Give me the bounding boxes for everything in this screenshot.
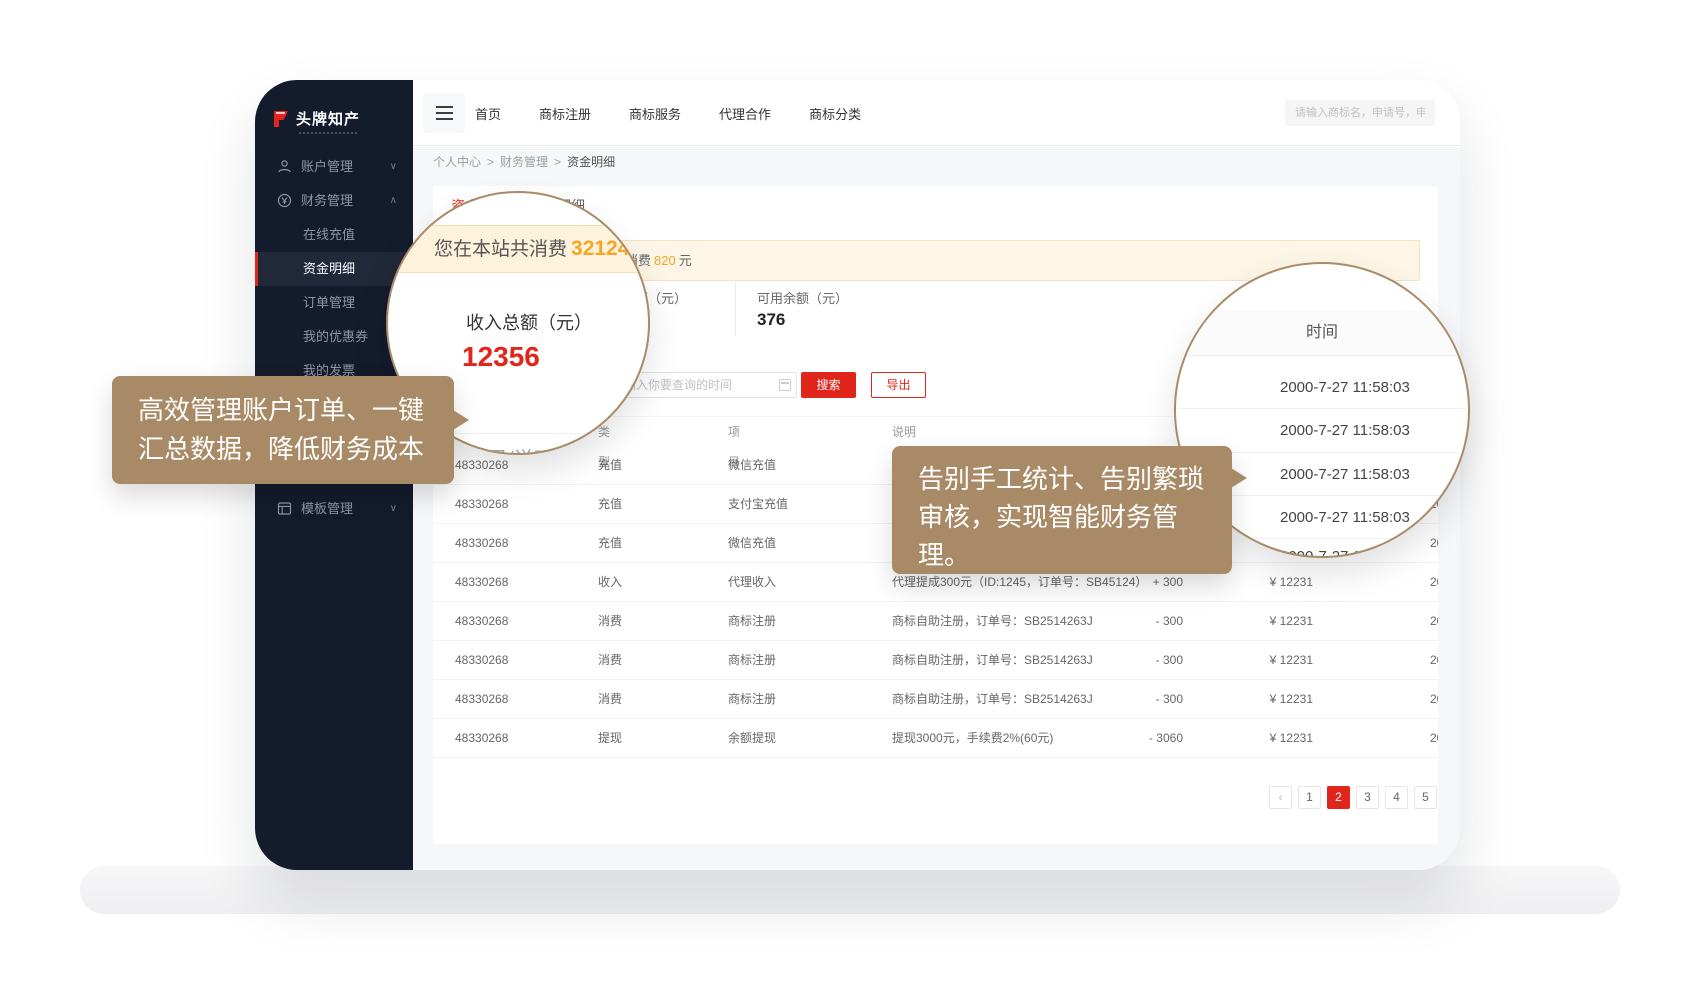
nav-trademark-category[interactable]: 商标分类: [809, 104, 861, 123]
magnified-time: 2000-7-27 11:58:03: [1280, 379, 1470, 396]
pagination-prev[interactable]: ‹: [1269, 786, 1292, 809]
calendar-icon[interactable]: [779, 379, 791, 391]
consumption-amount: 820: [654, 253, 676, 268]
top-nav: 首页 商标注册 商标服务 代理合作 商标分类: [475, 80, 861, 146]
magnified-income-value: 12356: [462, 341, 540, 373]
tooltip-right: 告别手工统计、告别繁琐审核，实现智能财务管理。: [892, 446, 1232, 574]
topbar: 首页 商标注册 商标服务 代理合作 商标分类: [413, 80, 1460, 146]
crumb-funds-detail: 资金明细: [567, 155, 615, 169]
logo[interactable]: 头牌知产: [271, 108, 360, 129]
trademark-search-input[interactable]: [1285, 100, 1435, 126]
brand-name: 头牌知产: [296, 108, 360, 129]
menu-icon[interactable]: [423, 93, 465, 133]
logo-tagline: [299, 132, 357, 134]
magnified-time: 2000-7-27 11:58:03: [1280, 422, 1470, 439]
table-row: 48330268 消费 商标注册 商标自助注册，订单号：SB2514263J -…: [433, 641, 1438, 680]
pagination-page-3[interactable]: 3: [1356, 786, 1379, 809]
pagination: ‹ 1 2 3 4 5: [1269, 786, 1437, 809]
pagination-page-1[interactable]: 1: [1298, 786, 1321, 809]
crumb-finance[interactable]: 财务管理: [500, 155, 548, 169]
export-button[interactable]: 导出: [871, 372, 926, 398]
magnified-income-label: 收入总额（元）: [466, 309, 592, 335]
pagination-page-4[interactable]: 4: [1385, 786, 1408, 809]
available-balance-label: 可用余额（元）: [757, 288, 848, 307]
template-icon: [277, 501, 292, 516]
finance-icon: [277, 193, 292, 208]
sidebar-item-account[interactable]: 账户管理 ∨: [255, 150, 413, 184]
table-row: 48330268 提现 余额提现 提现3000元，手续费2%(60元) - 30…: [433, 719, 1438, 758]
crumb-personal-center[interactable]: 个人中心: [433, 155, 481, 169]
chevron-up-icon: ∧: [390, 184, 397, 218]
sort-caret-icon: ∨: [732, 417, 739, 447]
magnified-time: 2000-7-27 11:58:03: [1280, 466, 1470, 483]
stat-divider: [735, 282, 736, 336]
pagination-page-2[interactable]: 2: [1327, 786, 1350, 809]
nav-trademark-service[interactable]: 商标服务: [629, 104, 681, 123]
nav-home[interactable]: 首页: [475, 104, 501, 123]
search-button[interactable]: 搜索: [801, 372, 856, 398]
nav-agent-coop[interactable]: 代理合作: [719, 104, 771, 123]
tooltip-arrow: [1231, 468, 1247, 488]
available-balance-value: 376: [757, 310, 785, 330]
laptop-base: [80, 866, 1620, 914]
tooltip-arrow: [453, 410, 469, 430]
magnified-time-header: 时间: [1176, 310, 1468, 356]
pagination-page-5[interactable]: 5: [1414, 786, 1437, 809]
table-row: 48330268 消费 商标注册 商标自助注册，订单号：SB2514263J -…: [433, 680, 1438, 719]
magnified-time: 2000-7-27 11:58:03: [1280, 509, 1470, 526]
user-icon: [277, 159, 292, 174]
table-row: 48330268 消费 商标注册 商标自助注册，订单号：SB2514263J -…: [433, 602, 1438, 641]
tooltip-left: 高效管理账户订单、一键汇总数据，降低财务成本: [112, 376, 454, 484]
sidebar-item-templates[interactable]: 模板管理 ∨: [255, 492, 413, 526]
col-desc: 说明: [892, 417, 916, 447]
sidebar-item-finance[interactable]: 财务管理 ∧: [255, 184, 413, 218]
magnified-consumption-amount: 32124: [571, 237, 629, 260]
chevron-down-icon: ∨: [390, 492, 397, 526]
date-query-input[interactable]: [613, 372, 797, 398]
breadcrumb: 个人中心>财务管理>资金明细: [413, 147, 1460, 178]
brand-flag-icon: [271, 109, 291, 129]
chevron-down-icon: ∨: [390, 150, 397, 184]
nav-trademark-register[interactable]: 商标注册: [539, 104, 591, 123]
